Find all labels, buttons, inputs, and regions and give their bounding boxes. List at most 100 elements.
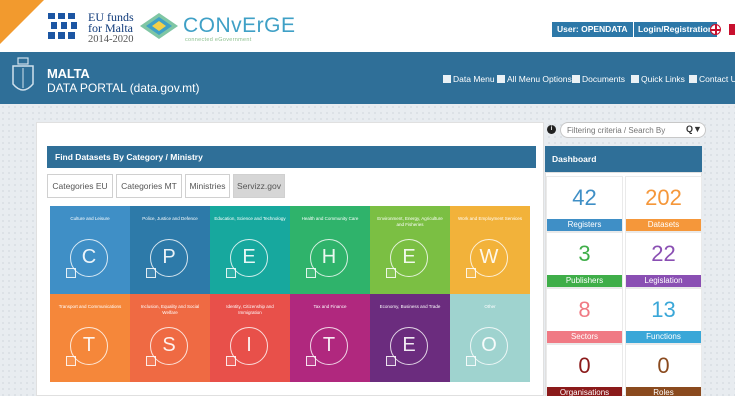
stat-card[interactable]: 0 Roles bbox=[625, 344, 702, 396]
user-button[interactable]: User: OPENDATA bbox=[552, 22, 633, 37]
category-tile-letter: E bbox=[402, 334, 416, 356]
stat-value: 3 bbox=[578, 241, 591, 266]
category-tile[interactable]: Environment, Energy, Agriculture and Fis… bbox=[370, 206, 450, 294]
main-navbar: MALTA DATA PORTAL (data.gov.mt) Data Men… bbox=[0, 52, 735, 104]
tab-servizz-gov[interactable]: Servizz.gov bbox=[233, 174, 285, 198]
stat-card[interactable]: 8 Sectors bbox=[546, 288, 623, 344]
category-tile[interactable]: Identity, Citizenship and Immigration I bbox=[210, 294, 290, 382]
corner-ribbon bbox=[0, 0, 44, 44]
converge-logo-icon bbox=[140, 13, 178, 39]
stat-card[interactable]: 3 Publishers bbox=[546, 232, 623, 288]
stat-card[interactable]: 22 Legislation bbox=[625, 232, 702, 288]
nav-quick-links[interactable]: Quick Links bbox=[631, 72, 685, 86]
category-symbol-icon bbox=[66, 268, 76, 278]
brand-title[interactable]: MALTA bbox=[47, 66, 90, 81]
tab-ministries[interactable]: Ministries bbox=[185, 174, 230, 198]
stat-label: Functions bbox=[626, 331, 701, 343]
category-symbol-icon bbox=[386, 268, 396, 278]
category-tile-letter: O bbox=[481, 334, 497, 356]
category-tile-letter: W bbox=[479, 246, 499, 268]
converge-title: CONvErGE bbox=[183, 14, 296, 37]
stat-value: 13 bbox=[651, 297, 676, 322]
nav-data-menu-label: Data Menu bbox=[453, 74, 495, 84]
category-tile[interactable]: Inclusion, Equality and Social Welfare S bbox=[130, 294, 210, 382]
category-tile-letter: H bbox=[321, 246, 337, 268]
nav-contact-label: Contact U bbox=[699, 74, 735, 84]
stat-label: Roles bbox=[626, 387, 701, 396]
stat-label: Registers bbox=[547, 219, 622, 231]
stat-label: Publishers bbox=[547, 275, 622, 287]
category-symbol-icon bbox=[386, 356, 396, 366]
category-tile-label: Education, Science and Technology bbox=[214, 216, 286, 221]
category-tile-label: Tax and Finance bbox=[313, 304, 347, 309]
english-flag-icon[interactable] bbox=[710, 24, 721, 35]
nav-all-menu-options[interactable]: All Menu Options bbox=[497, 72, 572, 86]
stat-value: 22 bbox=[651, 241, 676, 266]
tab-categories-eu[interactable]: Categories EU bbox=[47, 174, 113, 198]
stat-card[interactable]: 42 Registers bbox=[546, 176, 623, 232]
stat-label: Datasets bbox=[626, 219, 701, 231]
nav-data-menu[interactable]: Data Menu bbox=[443, 72, 495, 86]
file-icon bbox=[572, 75, 580, 83]
link-icon bbox=[631, 75, 639, 83]
category-tile[interactable]: Economy, Business and Trade E bbox=[370, 294, 450, 382]
stat-value: 0 bbox=[578, 353, 591, 378]
category-symbol-icon bbox=[226, 268, 236, 278]
category-symbol-icon bbox=[466, 268, 476, 278]
category-tile[interactable]: Health and Community Care H bbox=[290, 206, 370, 294]
category-tile-label: Work and Employment Services bbox=[458, 216, 522, 221]
nav-contact[interactable]: Contact U bbox=[689, 72, 735, 86]
category-tile[interactable]: Transport and Communications T bbox=[50, 294, 130, 382]
eu-funds-line2: for Malta bbox=[88, 21, 133, 35]
stat-label: Organisations bbox=[547, 387, 622, 396]
category-tile[interactable]: Other O bbox=[450, 294, 530, 382]
converge-subtitle: connected eGovernment bbox=[185, 37, 252, 43]
brand-subtitle[interactable]: DATA PORTAL (data.gov.mt) bbox=[47, 81, 200, 95]
login-registration-button[interactable]: Login/Registration bbox=[634, 22, 718, 37]
category-tile-label: Economy, Business and Trade bbox=[379, 304, 441, 309]
search-input[interactable] bbox=[560, 122, 706, 138]
category-symbol-icon bbox=[226, 356, 236, 366]
malta-crest-icon bbox=[12, 57, 34, 91]
stat-label: Sectors bbox=[547, 331, 622, 343]
eu-funds-line3: 2014-2020 bbox=[88, 34, 134, 45]
stat-card[interactable]: 0 Organisations bbox=[546, 344, 623, 396]
stat-value: 42 bbox=[572, 185, 597, 210]
category-symbol-icon bbox=[306, 356, 316, 366]
category-tile-label: Police, Justice and Defence bbox=[142, 216, 198, 221]
category-tile-label: Other bbox=[484, 304, 496, 309]
category-tile[interactable]: Tax and Finance T bbox=[290, 294, 370, 382]
category-tile-letter: C bbox=[81, 246, 97, 268]
stat-label: Legislation bbox=[626, 275, 701, 287]
category-tile-letter: T bbox=[322, 334, 336, 356]
category-symbol-icon bbox=[306, 268, 316, 278]
category-tile-label: Identity, Citizenship and Immigration bbox=[226, 304, 274, 315]
stat-card[interactable]: 202 Datasets bbox=[625, 176, 702, 232]
category-tile-letter: I bbox=[246, 334, 252, 356]
stat-value: 8 bbox=[578, 297, 591, 322]
list-icon bbox=[497, 75, 505, 83]
eu-funds-logo-icon bbox=[48, 13, 77, 39]
category-tile-letter: T bbox=[82, 334, 96, 356]
stat-card[interactable]: 13 Functions bbox=[625, 288, 702, 344]
chat-icon bbox=[689, 75, 697, 83]
info-icon[interactable]: i bbox=[547, 125, 556, 134]
category-tile[interactable]: Work and Employment Services W bbox=[450, 206, 530, 294]
category-tile[interactable]: Police, Justice and Defence P bbox=[130, 206, 210, 294]
category-tile-label: Transport and Communications bbox=[58, 304, 122, 309]
category-tile-letter: E bbox=[242, 246, 256, 268]
tab-categories-mt[interactable]: Categories MT bbox=[116, 174, 182, 198]
maltese-flag-icon[interactable] bbox=[729, 24, 735, 35]
find-datasets-header: Find Datasets By Category / Ministry bbox=[47, 146, 536, 168]
category-tile[interactable]: Education, Science and Technology E bbox=[210, 206, 290, 294]
file-icon bbox=[443, 75, 451, 83]
category-symbol-icon bbox=[146, 268, 156, 278]
category-symbol-icon bbox=[146, 356, 156, 366]
category-tile-letter: S bbox=[162, 334, 176, 356]
category-tile[interactable]: Culture and Leisure C bbox=[50, 206, 130, 294]
search-filter-icon[interactable]: Q▼ bbox=[686, 124, 702, 134]
nav-documents[interactable]: Documents bbox=[572, 72, 625, 86]
dashboard-header: Dashboard bbox=[545, 146, 702, 172]
category-tile-label: Environment, Energy, Agriculture and Fis… bbox=[377, 216, 443, 227]
category-symbol-icon bbox=[66, 356, 76, 366]
